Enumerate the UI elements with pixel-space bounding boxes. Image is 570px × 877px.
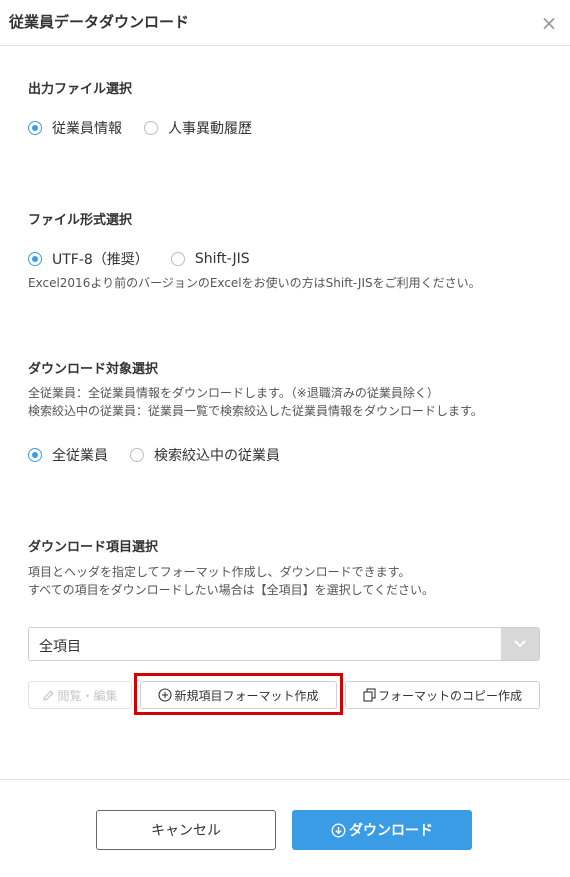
radio-transfer-history[interactable]: 人事異動履歴 (144, 118, 252, 138)
file-format-note: Excel2016より前のバージョンのExcelをお使いの方はShift-JIS… (28, 276, 481, 290)
dialog-title: 従業員データダウンロード (9, 13, 190, 31)
radio-label: Shift-JIS (194, 251, 250, 267)
radio-utf8[interactable]: UTF-8（推奨） (28, 249, 149, 269)
radio-label: 全従業員 (52, 448, 108, 464)
copy-format-label: フォーマットのコピー作成 (377, 688, 522, 703)
pencil-icon (42, 689, 55, 702)
download-circle-icon (331, 823, 346, 838)
radio-label: 検索絞込中の従業員 (154, 448, 280, 464)
download-label: ダウンロード (349, 823, 433, 839)
radio-checked-icon[interactable] (28, 448, 42, 462)
output-file-title: 出力ファイル選択 (28, 82, 133, 97)
radio-employee-info[interactable]: 従業員情報 (28, 118, 122, 138)
radio-checked-icon[interactable] (28, 121, 42, 135)
items-note-2: すべての項目をダウンロードしたい場合は【全項目】を選択してください。 (28, 583, 434, 597)
copy-icon (363, 688, 376, 702)
radio-unchecked-icon[interactable] (130, 448, 144, 462)
target-note-2: 検索絞込中の従業員：従業員一覧で検索絞込した従業員情報をダウンロードします。 (28, 404, 483, 418)
format-select-value: 全項目 (39, 639, 81, 655)
target-radio-group: 全従業員 検索絞込中の従業員 (28, 445, 302, 465)
target-note-1: 全従業員：全従業員情報をダウンロードします。（※退職済みの従業員除く） (28, 386, 439, 400)
view-edit-button[interactable]: 閲覧・編集 (28, 681, 132, 709)
radio-shift-jis[interactable]: Shift-JIS (170, 251, 250, 267)
radio-checked-icon[interactable] (28, 252, 42, 266)
items-note-1: 項目とヘッダを指定してフォーマット作成し、ダウンロードできます。 (28, 565, 411, 579)
radio-all-employees[interactable]: 全従業員 (28, 445, 108, 465)
chevron-down-icon[interactable] (501, 628, 539, 660)
cancel-label: キャンセル (151, 823, 221, 839)
copy-format-button[interactable]: フォーマットのコピー作成 (345, 681, 540, 709)
radio-unchecked-icon[interactable] (144, 121, 158, 135)
radio-filtered-employees[interactable]: 検索絞込中の従業員 (130, 445, 280, 465)
format-select[interactable]: 全項目 (28, 627, 540, 661)
radio-label: 従業員情報 (52, 121, 122, 137)
file-format-radio-group: UTF-8（推奨） Shift-JIS (28, 249, 272, 269)
footer-divider (0, 779, 570, 780)
download-button[interactable]: ダウンロード (292, 810, 472, 850)
view-edit-label: 閲覧・編集 (57, 688, 118, 703)
target-title: ダウンロード対象選択 (28, 362, 159, 377)
file-format-title: ファイル形式選択 (28, 213, 133, 228)
radio-label: UTF-8（推奨） (52, 252, 149, 268)
items-title: ダウンロード項目選択 (28, 540, 159, 555)
close-icon[interactable]: × (539, 12, 559, 34)
dialog-header: 従業員データダウンロード × (0, 0, 570, 46)
output-file-radio-group: 従業員情報 人事異動履歴 (28, 118, 274, 138)
radio-label: 人事異動履歴 (168, 121, 252, 137)
radio-unchecked-icon[interactable] (170, 252, 185, 266)
highlight-box (134, 673, 343, 715)
cancel-button[interactable]: キャンセル (96, 810, 276, 850)
